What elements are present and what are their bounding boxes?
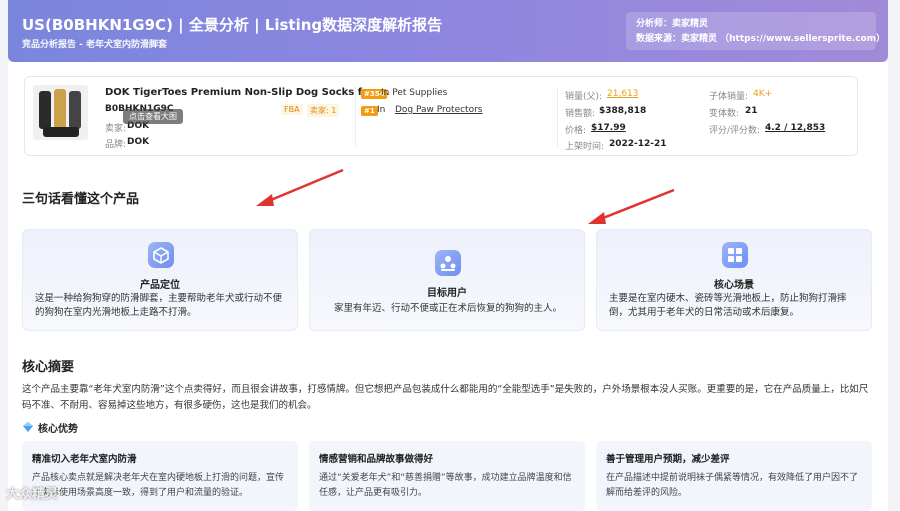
analyst-text: 分析师：卖家精灵 (636, 19, 709, 29)
report-subtitle: 竞品分析报告 - 老年犬室内防滑脚套 (22, 40, 168, 50)
section-title-summary: 核心摘要 (22, 360, 75, 375)
revenue-value: $388,818 (599, 106, 647, 116)
users-icon (435, 250, 461, 276)
rank-badge-2: #1 (361, 106, 378, 116)
feature-card-positioning: 产品定位 这是一种给狗狗穿的防滑脚套，主要帮助老年犬或行动不便的狗狗在室内光滑地… (22, 229, 298, 331)
revenue-label: 销售额: (565, 109, 596, 119)
advantage-text: 在产品描述中提前说明袜子偶紧等情况，有效降低了用户因不了解而给差评的风险。 (606, 473, 859, 498)
grid-icon (722, 242, 748, 268)
child-sales-value: 4K+ (753, 89, 773, 99)
rating-value[interactable]: 4.2 / 12,853 (765, 123, 825, 133)
diamond-icon (23, 422, 33, 432)
variants-label: 变体数: (709, 109, 740, 119)
report-title: US(B0BHKN1G9C) | 全景分析 | Listing数据深度解析报告 (22, 16, 443, 34)
feature-text: 这是一种给狗狗穿的防滑脚套，主要帮助老年犬或行动不便的狗狗在室内光滑地板上走路不… (35, 293, 283, 318)
sock-image-icon (54, 89, 66, 129)
brand-label: 品牌: (105, 140, 127, 150)
advantage-card: 情感营销和品牌故事做得好 通过“关爱老年犬”和“慈善捐赠”等故事，成功建立品牌温… (309, 441, 585, 511)
thumbnail-tooltip: 点击查看大图 (123, 109, 183, 124)
report-header: US(B0BHKN1G9C) | 全景分析 | Listing数据深度解析报告 … (8, 0, 888, 62)
brand-value[interactable]: DOK (127, 137, 149, 147)
rating-label: 评分/评分数: (709, 126, 761, 136)
cube-icon (148, 242, 174, 268)
rank-category-1[interactable]: In Pet Supplies (381, 88, 447, 98)
sellers-tag: 卖家: 1 (307, 104, 340, 117)
advantage-title: 情感营销和品牌故事做得好 (319, 454, 434, 465)
launch-value: 2022-12-21 (609, 139, 667, 149)
report-meta: 分析师：卖家精灵 数据来源：卖家精灵 （https://www.sellersp… (626, 12, 885, 50)
sock-image-icon (69, 91, 81, 129)
sock-image-icon (43, 127, 79, 137)
feature-title: 核心场景 (714, 280, 754, 291)
price-value[interactable]: $17.99 (591, 123, 626, 133)
product-card: DOK TigerToes Premium Non-Slip Dog Socks… (24, 76, 858, 156)
product-thumbnail[interactable] (33, 85, 88, 140)
source-text[interactable]: 数据来源：卖家精灵 （https://www.sellersprite.com） (636, 32, 885, 47)
advantage-card: 善于管理用户预期，减少差评 在产品描述中提前说明袜子偶紧等情况，有效降低了用户因… (596, 441, 872, 511)
red-arrow-icon (256, 168, 344, 206)
divider (355, 87, 356, 147)
feature-title: 目标用户 (427, 288, 467, 299)
sock-image-icon (39, 91, 51, 129)
summary-paragraph: 这个产品主要靠“老年犬室内防滑”这个点卖得好，而且很会讲故事，打感情牌。但它想把… (22, 384, 869, 411)
advantage-text: 产品核心卖点就是解决老年犬在室内硬地板上打滑的问题，宣传和实际使用场景高度一致，… (32, 473, 285, 498)
launch-label: 上架时间: (565, 142, 605, 152)
advantage-title: 精准切入老年犬室内防滑 (32, 454, 137, 465)
rank-in-label: In (377, 105, 386, 115)
advantage-card: 精准切入老年犬室内防滑 产品核心卖点就是解决老年犬在室内硬地板上打滑的问题，宣传… (22, 441, 298, 511)
sales-value[interactable]: 21,613 (607, 89, 639, 99)
child-sales-label: 子体销量: (709, 92, 749, 102)
divider (557, 87, 558, 147)
advantage-text: 通过“关爱老年犬”和“慈善捐赠”等故事，成功建立品牌温度和信任感，让产品更有吸引… (319, 473, 572, 498)
section-title-overview: 三句话看懂这个产品 (22, 192, 140, 207)
report-content: DOK TigerToes Premium Non-Slip Dog Socks… (8, 62, 888, 511)
price-label: 价格: (565, 126, 587, 136)
feature-text: 主要是在室内硬木、瓷砖等光滑地板上，防止狗狗打滑摔倒，尤其用于老年犬的日常活动或… (609, 293, 847, 318)
feature-card-target-users: 目标用户 家里有年迈、行动不便或正在术后恢复的狗狗的主人。 (309, 229, 585, 331)
advantages-title: 核心优势 (38, 424, 78, 435)
variants-value: 21 (745, 106, 758, 116)
watermark: 大众精灵 (6, 487, 59, 502)
feature-card-scenario: 核心场景 主要是在室内硬木、瓷砖等光滑地板上，防止狗狗打滑摔倒，尤其用于老年犬的… (596, 229, 872, 331)
fba-tag: FBA (281, 104, 303, 115)
advantage-title: 善于管理用户预期，减少差评 (606, 454, 730, 465)
red-arrow-icon (588, 188, 675, 224)
product-name[interactable]: DOK TigerToes Premium Non-Slip Dog Socks… (105, 87, 389, 98)
feature-text: 家里有年迈、行动不便或正在术后恢复的狗狗的主人。 (333, 303, 562, 314)
feature-title: 产品定位 (140, 280, 180, 291)
sales-label: 销量(父): (565, 92, 603, 102)
rank-category-2[interactable]: Dog Paw Protectors (395, 105, 483, 115)
